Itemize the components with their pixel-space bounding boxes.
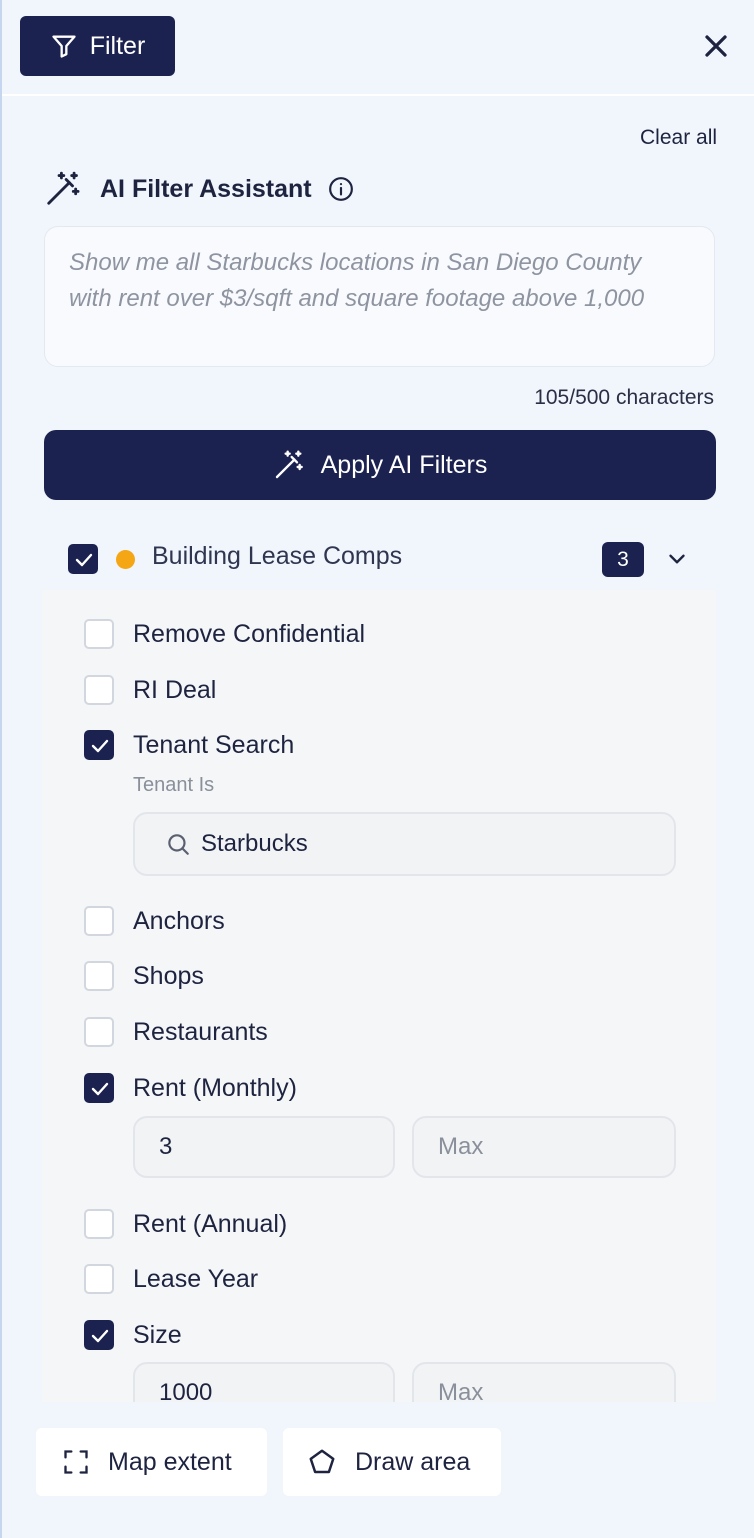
close-icon[interactable] bbox=[698, 28, 734, 64]
checkmark-icon bbox=[91, 1082, 109, 1096]
rent-monthly-min-input[interactable]: 3 bbox=[133, 1116, 395, 1178]
ai-prompt-input[interactable]: Show me all Starbucks locations in San D… bbox=[44, 226, 715, 367]
tenant-is-label: Tenant Is bbox=[133, 774, 215, 796]
option-label: Rent (Annual) bbox=[133, 1210, 288, 1238]
filter-options-list: Remove Confidential RI Deal Tenant Searc… bbox=[42, 590, 716, 1402]
option-label: Size bbox=[133, 1321, 182, 1349]
clear-all-link[interactable]: Clear all bbox=[640, 126, 717, 150]
checkbox[interactable] bbox=[84, 1320, 114, 1350]
option-label: Tenant Search bbox=[133, 731, 295, 759]
category-checkbox[interactable] bbox=[68, 544, 98, 574]
filter-button-label: Filter bbox=[89, 31, 146, 60]
option-label: RI Deal bbox=[133, 676, 217, 704]
map-extent-button[interactable]: Map extent bbox=[36, 1428, 267, 1496]
checkbox[interactable] bbox=[84, 961, 114, 991]
checkbox[interactable] bbox=[84, 1209, 114, 1239]
filter-header: Filter bbox=[2, 0, 754, 96]
apply-ai-filters-button[interactable]: Apply AI Filters bbox=[44, 430, 716, 500]
ai-filter-assistant-title: AI Filter Assistant bbox=[100, 174, 312, 203]
draw-area-label: Draw area bbox=[355, 1447, 471, 1476]
rent-monthly-max-input[interactable]: Max bbox=[412, 1116, 676, 1178]
search-icon bbox=[168, 834, 189, 855]
draw-area-button[interactable]: Draw area bbox=[283, 1428, 501, 1496]
checkmark-icon bbox=[91, 739, 109, 753]
category-building-lease-comps: Building Lease Comps 3 bbox=[68, 542, 690, 577]
footer-actions: Map extent Draw area bbox=[2, 1402, 754, 1538]
category-color-dot bbox=[116, 550, 135, 569]
map-extent-label: Map extent bbox=[108, 1447, 232, 1476]
pentagon-icon bbox=[309, 1449, 335, 1474]
checkbox[interactable] bbox=[84, 1017, 114, 1047]
option-label: Shops bbox=[133, 962, 204, 990]
category-label: Building Lease Comps bbox=[152, 542, 403, 570]
option-label: Remove Confidential bbox=[133, 620, 366, 648]
option-label: Restaurants bbox=[133, 1018, 268, 1046]
info-icon[interactable] bbox=[328, 176, 354, 202]
checkmark-icon bbox=[75, 553, 93, 567]
checkbox[interactable] bbox=[84, 1264, 114, 1294]
option-label: Rent (Monthly) bbox=[133, 1074, 297, 1102]
option-label: Anchors bbox=[133, 907, 225, 935]
checkmark-icon bbox=[91, 1329, 109, 1343]
ai-filter-assistant-heading: AI Filter Assistant bbox=[44, 170, 354, 208]
checkbox[interactable] bbox=[84, 730, 114, 760]
filter-button[interactable]: Filter bbox=[20, 16, 175, 76]
tenant-search-input[interactable]: Starbucks bbox=[133, 812, 676, 876]
character-count: 105/500 characters bbox=[534, 386, 714, 409]
checkbox[interactable] bbox=[84, 1073, 114, 1103]
checkbox[interactable] bbox=[84, 675, 114, 705]
magic-wand-icon bbox=[47, 171, 80, 205]
funnel-icon bbox=[52, 35, 76, 58]
filter-count-badge: 3 bbox=[602, 542, 644, 577]
size-min-input[interactable]: 1000 bbox=[133, 1362, 395, 1402]
filter-panel: Filter Clear all AI Filter Assistant Sho… bbox=[0, 0, 754, 1538]
magic-wand-icon bbox=[275, 450, 303, 479]
tenant-search-value: Starbucks bbox=[201, 830, 308, 857]
chevron-down-icon[interactable] bbox=[664, 546, 690, 572]
apply-ai-filters-label: Apply AI Filters bbox=[320, 450, 488, 479]
option-label: Lease Year bbox=[133, 1265, 259, 1293]
checkbox[interactable] bbox=[84, 619, 114, 649]
checkbox[interactable] bbox=[84, 906, 114, 936]
frame-corners-icon bbox=[64, 1450, 88, 1474]
size-max-input[interactable]: Max bbox=[412, 1362, 676, 1402]
